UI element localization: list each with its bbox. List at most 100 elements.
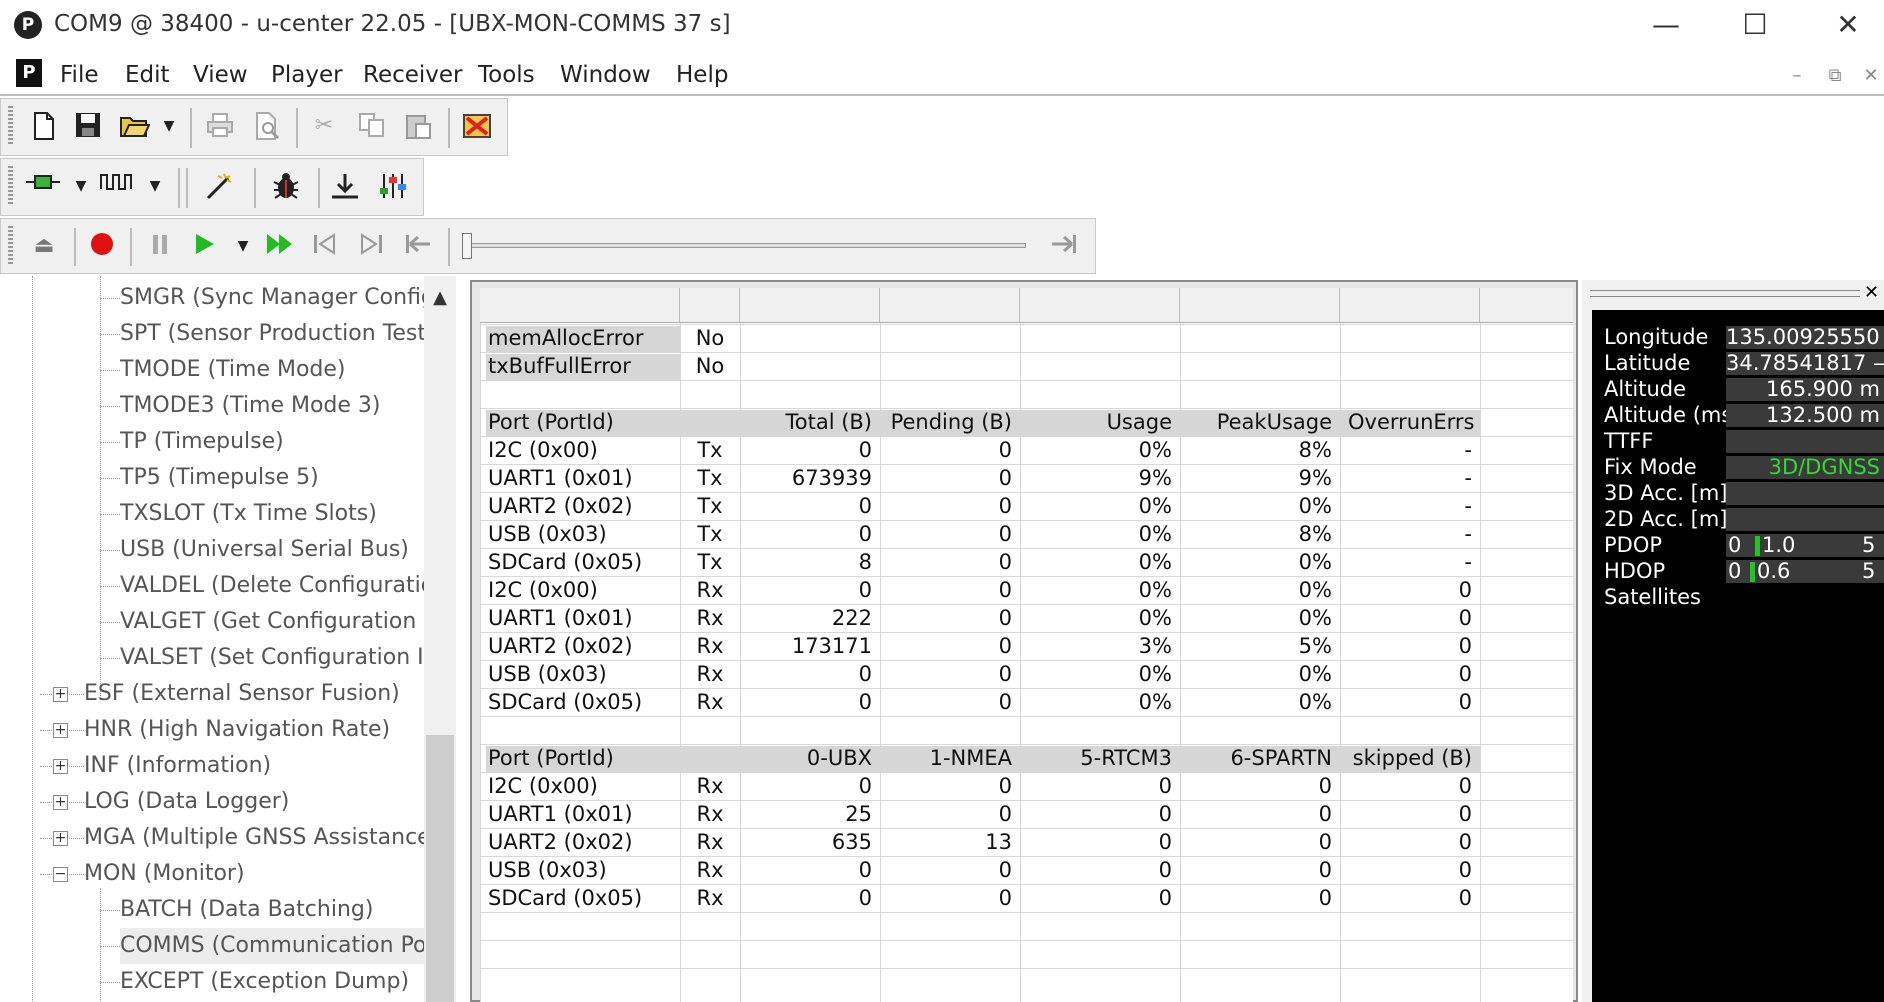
expand-icon[interactable]: + bbox=[53, 723, 68, 738]
scroll-up-arrow-icon[interactable]: ▲ bbox=[424, 282, 456, 314]
expand-icon[interactable]: + bbox=[53, 831, 68, 846]
dropdown-arrow-icon[interactable]: ▼ bbox=[72, 172, 90, 200]
print-icon[interactable] bbox=[206, 112, 234, 140]
table-cell: 5% bbox=[1298, 634, 1332, 658]
go-to-end-icon[interactable] bbox=[1050, 232, 1078, 260]
tree-item[interactable]: INF (Information) bbox=[84, 748, 424, 784]
document-logo-icon[interactable]: P bbox=[16, 59, 42, 87]
table-cell: 0 bbox=[998, 606, 1012, 630]
menu-file[interactable]: File bbox=[60, 62, 99, 88]
column-header[interactable] bbox=[740, 288, 880, 323]
menu-tools[interactable]: Tools bbox=[478, 62, 535, 88]
clear-icon[interactable] bbox=[462, 112, 491, 140]
debug-bug-icon[interactable] bbox=[272, 172, 300, 200]
playback-slider-track[interactable] bbox=[468, 243, 1026, 248]
pdop-value: 1.0 bbox=[1762, 533, 1796, 557]
step-back-icon[interactable] bbox=[310, 232, 338, 260]
open-folder-icon[interactable] bbox=[120, 112, 151, 140]
menu-window[interactable]: Window bbox=[560, 62, 651, 88]
table-cell: 0 bbox=[998, 578, 1012, 602]
expand-icon[interactable]: + bbox=[53, 795, 68, 810]
expand-icon[interactable]: + bbox=[53, 687, 68, 702]
tree-item[interactable]: LOG (Data Logger) bbox=[84, 784, 424, 820]
config-sliders-icon[interactable] bbox=[378, 172, 406, 200]
tree-item[interactable]: VALSET (Set Configuration Items) bbox=[120, 640, 424, 676]
column-header[interactable] bbox=[480, 288, 680, 323]
save-icon[interactable] bbox=[74, 112, 102, 140]
table-header-cell: 5-RTCM3 bbox=[1080, 746, 1172, 770]
toolbar-grip[interactable] bbox=[8, 106, 13, 146]
tree-item[interactable]: SPT (Sensor Production Test) bbox=[120, 316, 424, 352]
play-icon[interactable] bbox=[190, 232, 218, 260]
dropdown-arrow-icon[interactable]: ▼ bbox=[234, 232, 252, 260]
step-forward-icon[interactable] bbox=[358, 232, 386, 260]
tree-item[interactable]: TP (Timepulse) bbox=[120, 424, 424, 460]
tree-item[interactable]: ESF (External Sensor Fusion) bbox=[84, 676, 424, 712]
scrollbar-thumb[interactable] bbox=[426, 735, 454, 1002]
maximize-button[interactable]: ☐ bbox=[1725, 0, 1785, 50]
table-cell: 0 bbox=[998, 774, 1012, 798]
new-file-icon[interactable] bbox=[30, 112, 58, 140]
dropdown-arrow-icon[interactable]: ▼ bbox=[146, 172, 164, 200]
tree-item[interactable]: TP5 (Timepulse 5) bbox=[120, 460, 424, 496]
tree-item[interactable]: MGA (Multiple GNSS Assistance) bbox=[84, 820, 424, 856]
column-header[interactable] bbox=[680, 288, 740, 323]
mdi-minimize-button[interactable]: – bbox=[1782, 62, 1812, 90]
cut-icon[interactable]: ✂ bbox=[310, 112, 338, 140]
collapse-icon[interactable]: − bbox=[53, 867, 68, 882]
dropdown-arrow-icon[interactable]: ▼ bbox=[160, 112, 178, 140]
close-window-button[interactable]: ✕ bbox=[1818, 0, 1878, 50]
mdi-close-button[interactable]: ✕ bbox=[1856, 62, 1884, 90]
paste-icon[interactable] bbox=[404, 112, 432, 140]
tree-item[interactable]: BATCH (Data Batching) bbox=[120, 892, 424, 928]
toolbar-grip[interactable] bbox=[8, 226, 13, 264]
expand-icon[interactable]: + bbox=[53, 759, 68, 774]
table-cell: Rx bbox=[696, 802, 724, 826]
column-header[interactable] bbox=[1180, 288, 1340, 323]
tree-item[interactable]: VALDEL (Delete Configuration Items) bbox=[120, 568, 424, 604]
tree-item[interactable]: TMODE3 (Time Mode 3) bbox=[120, 388, 424, 424]
minimize-button[interactable]: — bbox=[1636, 0, 1696, 50]
table-header-cell: 0-UBX bbox=[806, 746, 872, 770]
tree-item[interactable]: COMMS (Communication Port Information) bbox=[120, 928, 424, 964]
tree-item[interactable]: HNR (High Navigation Rate) bbox=[84, 712, 424, 748]
tree-item[interactable]: TXSLOT (Tx Time Slots) bbox=[120, 496, 424, 532]
connection-icon[interactable] bbox=[26, 172, 60, 200]
menu-edit[interactable]: Edit bbox=[125, 62, 170, 88]
menu-receiver[interactable]: Receiver bbox=[363, 62, 463, 88]
baudrate-icon[interactable] bbox=[100, 172, 134, 200]
column-header[interactable] bbox=[1340, 288, 1480, 323]
print-preview-icon[interactable] bbox=[254, 112, 282, 140]
tree-item[interactable]: SMGR (Sync Manager Configuration) bbox=[120, 280, 424, 316]
record-icon[interactable] bbox=[88, 232, 116, 260]
column-header[interactable] bbox=[880, 288, 1020, 323]
toolbar-grip[interactable] bbox=[8, 166, 13, 206]
tree-item[interactable]: MON (Monitor) bbox=[84, 856, 424, 892]
table-header-cell bbox=[688, 744, 732, 772]
table-header-cell: Usage bbox=[1106, 410, 1172, 434]
menu-help[interactable]: Help bbox=[676, 62, 728, 88]
tree-item[interactable]: VALGET (Get Configuration Items) bbox=[120, 604, 424, 640]
menu-view[interactable]: View bbox=[193, 62, 248, 88]
mdi-restore-button[interactable]: ⧉ bbox=[1820, 62, 1850, 90]
table-cell: 0 bbox=[998, 662, 1012, 686]
fast-forward-icon[interactable] bbox=[266, 232, 294, 260]
close-panel-button[interactable]: ✕ bbox=[1864, 282, 1879, 303]
receiver-antenna-icon[interactable] bbox=[330, 172, 358, 200]
ttff-value bbox=[1726, 430, 1884, 453]
column-header[interactable] bbox=[1020, 288, 1180, 323]
tree-item[interactable]: TMODE (Time Mode) bbox=[120, 352, 424, 388]
hdop-min: 0 bbox=[1728, 559, 1742, 583]
copy-icon[interactable] bbox=[358, 112, 386, 140]
eject-icon[interactable]: ⏏ bbox=[30, 232, 58, 260]
panel-grip[interactable] bbox=[1590, 290, 1860, 297]
wizard-icon[interactable] bbox=[204, 172, 232, 200]
table-cell: UART2 (0x02) bbox=[488, 830, 633, 854]
playback-slider-thumb[interactable] bbox=[462, 233, 472, 259]
pause-icon[interactable] bbox=[146, 232, 174, 260]
table-cell: 9% bbox=[1298, 466, 1332, 490]
menu-player[interactable]: Player bbox=[271, 62, 343, 88]
go-to-start-icon[interactable] bbox=[404, 232, 432, 260]
tree-item[interactable]: USB (Universal Serial Bus) bbox=[120, 532, 424, 568]
tree-item[interactable]: EXCEPT (Exception Dump) bbox=[120, 964, 424, 1000]
